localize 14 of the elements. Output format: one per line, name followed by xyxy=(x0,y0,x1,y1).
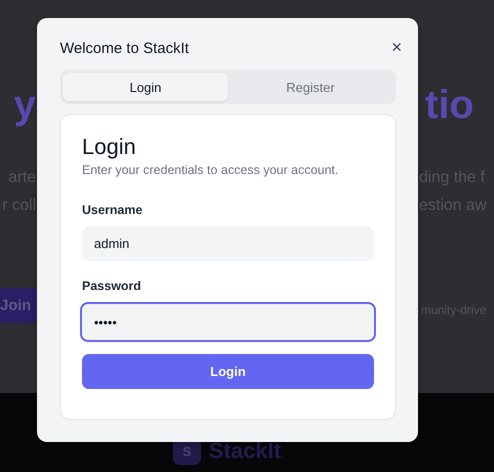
close-button[interactable]: × xyxy=(390,38,403,56)
hero-heading: y xyxy=(14,82,37,128)
card-subtitle: Enter your credentials to access your account. xyxy=(82,163,340,177)
login-button[interactable]: Login xyxy=(82,354,374,389)
tab[interactable]: Login xyxy=(63,73,228,101)
brand-name: StackIt xyxy=(208,437,282,465)
field-label: Username xyxy=(82,203,144,217)
hero-heading: tio xyxy=(425,82,475,128)
field-label: Password xyxy=(82,279,142,293)
dialog-title: Welcome to StackIt xyxy=(60,40,189,57)
input-field[interactable]: admin xyxy=(82,226,374,261)
card-title: Login xyxy=(82,134,137,160)
tab[interactable]: Register xyxy=(228,73,393,101)
input-field[interactable]: ••••• xyxy=(80,302,376,342)
